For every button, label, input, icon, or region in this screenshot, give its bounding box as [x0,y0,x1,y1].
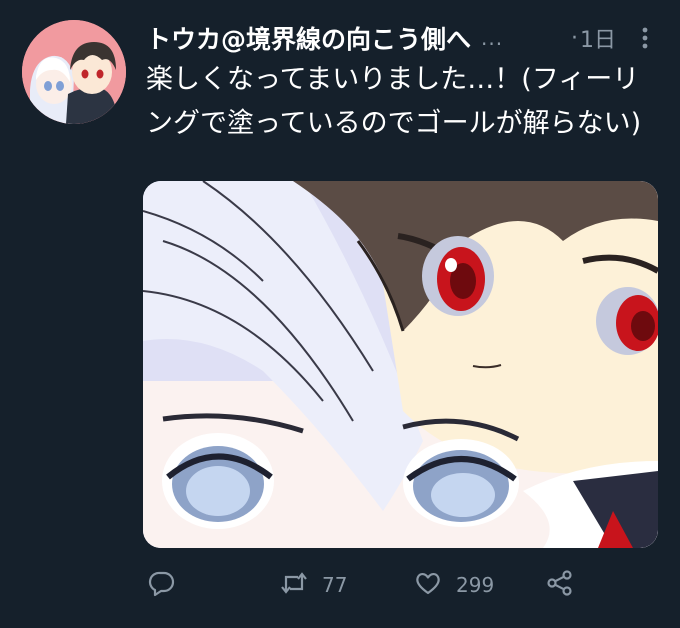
reply-icon[interactable] [148,569,176,601]
retweet-icon[interactable] [280,569,308,601]
time-separator: · [571,25,578,51]
tweet-text: 楽しくなってまいりました…！(フィーリングで塗っているのでゴールが解らない) [146,64,642,139]
avatar-illustration [22,20,126,124]
avatar[interactable] [22,20,126,124]
action-bar: 77 299 [0,565,680,605]
retweet-button[interactable]: 77 [280,565,347,605]
reply-button[interactable] [148,565,190,605]
name-overflow: ... [481,26,504,50]
retweet-count: 77 [322,573,348,597]
illustration-image [143,181,658,548]
like-button[interactable]: 299 [414,565,494,605]
tweet-image[interactable] [143,181,658,548]
tweet-header: トウカ@境界線の向こう側へ ... · 1日 [146,20,660,56]
tweet[interactable]: トウカ@境界線の向こう側へ ... · 1日 楽しくなってまいりました…！(フィ… [0,0,680,628]
share-button[interactable] [546,565,574,605]
more-icon[interactable] [630,23,660,53]
like-count: 299 [456,573,495,597]
tweet-time[interactable]: 1日 [580,22,616,54]
author-name[interactable]: トウカ@境界線の向こう側へ [146,20,471,56]
like-icon[interactable] [414,569,442,601]
share-icon[interactable] [546,569,574,601]
